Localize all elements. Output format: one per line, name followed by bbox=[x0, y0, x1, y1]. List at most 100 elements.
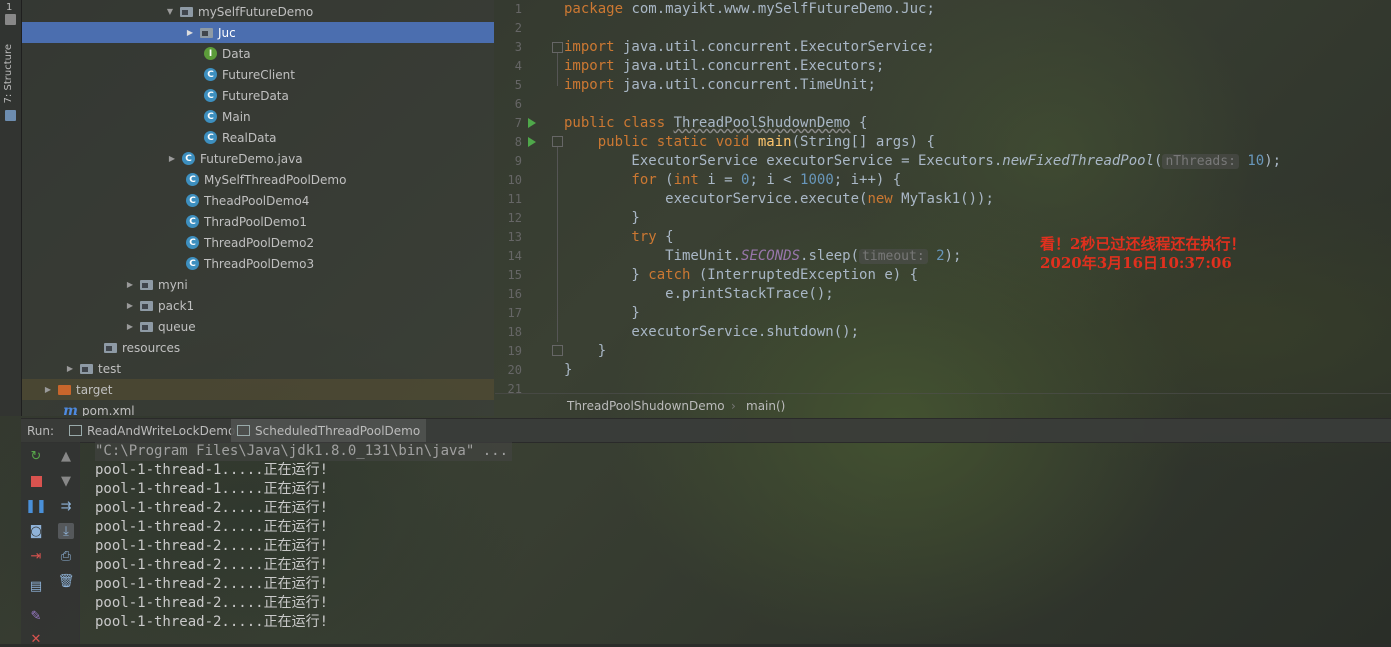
fold-method-end-icon[interactable] bbox=[552, 345, 563, 356]
chevron-right-icon[interactable]: ▶ bbox=[124, 280, 136, 289]
line-number: 14 bbox=[507, 249, 522, 263]
chevron-right-icon[interactable]: ▶ bbox=[184, 28, 196, 37]
breadcrumb-class[interactable]: ThreadPoolShudownDemo bbox=[567, 399, 725, 413]
tree-item-threadpooldemo2[interactable]: C ThreadPoolDemo2 bbox=[22, 232, 494, 253]
stop-icon[interactable] bbox=[28, 473, 44, 489]
run-main-icon[interactable] bbox=[528, 137, 536, 147]
print-icon[interactable]: ⎙ bbox=[58, 548, 74, 564]
chevron-right-icon[interactable]: ▶ bbox=[42, 385, 54, 394]
folder-icon bbox=[140, 280, 153, 290]
tree-item-test[interactable]: ▶ test bbox=[22, 358, 494, 379]
fold-imports-icon[interactable] bbox=[552, 42, 563, 53]
structure-icon[interactable] bbox=[5, 110, 16, 121]
tree-item-pom-xml[interactable]: m pom.xml bbox=[22, 400, 494, 417]
down-arrow-icon[interactable]: ▼ bbox=[58, 473, 74, 489]
line-number: 3 bbox=[514, 40, 522, 54]
chevron-right-icon[interactable]: ▶ bbox=[124, 301, 136, 310]
class-icon: C bbox=[186, 257, 199, 270]
code-line-19: } bbox=[564, 343, 607, 359]
tab-readandwritelockdemo[interactable]: ReadAndWriteLockDemo bbox=[63, 419, 241, 442]
code-line-3: import java.util.concurrent.ExecutorServ… bbox=[564, 39, 935, 55]
project-tool-icon[interactable] bbox=[5, 14, 16, 25]
tree-item-juc[interactable]: ▶ Juc bbox=[22, 22, 494, 43]
run-config-icon bbox=[237, 425, 250, 436]
tree-item-thradpooldemo1[interactable]: C ThradPoolDemo1 bbox=[22, 211, 494, 232]
tree-item-futureclient[interactable]: C FutureClient bbox=[22, 64, 494, 85]
login-icon[interactable]: ⇥ bbox=[28, 548, 44, 564]
console-line: pool-1-thread-1.....正在运行! bbox=[95, 462, 329, 478]
tree-item-futuredata[interactable]: C FutureData bbox=[22, 85, 494, 106]
chevron-right-icon[interactable]: ▶ bbox=[166, 154, 178, 163]
pause-icon[interactable]: ❚❚ bbox=[25, 498, 47, 514]
console-line: pool-1-thread-2.....正在运行! bbox=[95, 576, 329, 592]
maven-icon: m bbox=[63, 402, 78, 417]
console-output[interactable]: "C:\Program Files\Java\jdk1.8.0_131\bin\… bbox=[80, 442, 1391, 644]
code-line-1: package com.mayikt.www.mySelfFutureDemo.… bbox=[564, 1, 935, 17]
tree-item-data[interactable]: I Data bbox=[22, 43, 494, 64]
class-icon: C bbox=[182, 152, 195, 165]
tree-item-myselffuturedemo[interactable]: ▼ mySelfFutureDemo bbox=[22, 1, 494, 22]
up-arrow-icon[interactable]: ▲ bbox=[58, 448, 74, 464]
code-line-7: public class ThreadPoolShudownDemo { bbox=[564, 115, 868, 131]
structure-tool-tab[interactable]: 7: Structure bbox=[3, 44, 14, 103]
line-number: 8 bbox=[514, 135, 522, 149]
soft-wrap-icon[interactable]: ⇉ bbox=[58, 498, 74, 514]
line-number: 16 bbox=[507, 287, 522, 301]
tree-item-realdata[interactable]: C RealData bbox=[22, 127, 494, 148]
breadcrumb-separator-icon: › bbox=[731, 399, 736, 413]
annotation-line-2: 2020年3月16日10:37:06 bbox=[1040, 254, 1232, 272]
project-tool-number[interactable]: 1 bbox=[6, 2, 12, 13]
pin-icon[interactable]: ✎ bbox=[28, 608, 44, 624]
line-number: 2 bbox=[514, 21, 522, 35]
scroll-to-end-icon[interactable]: ⤓ bbox=[58, 523, 74, 539]
tab-scheduledthreadpooldemo[interactable]: ScheduledThreadPoolDemo bbox=[231, 419, 427, 442]
tree-item-queue[interactable]: ▶ queue bbox=[22, 316, 494, 337]
camera-icon[interactable]: ◙ bbox=[28, 523, 44, 539]
tree-item-myni[interactable]: ▶ myni bbox=[22, 274, 494, 295]
code-line-16: e.printStackTrace(); bbox=[564, 286, 834, 302]
run-class-icon[interactable] bbox=[528, 118, 536, 128]
tree-item-main[interactable]: C Main bbox=[22, 106, 494, 127]
editor-breadcrumb: ThreadPoolShudownDemo › main() bbox=[495, 393, 1391, 417]
class-icon: C bbox=[204, 68, 217, 81]
code-line-17: } bbox=[564, 305, 640, 321]
code-line-20: } bbox=[564, 362, 573, 378]
tree-item-myselfthreadpooldemo[interactable]: C MySelfThreadPoolDemo bbox=[22, 169, 494, 190]
tree-item-theadpooldemo4[interactable]: C TheadPoolDemo4 bbox=[22, 190, 494, 211]
close-icon[interactable]: ✕ bbox=[28, 631, 44, 647]
tree-item-futuredemo-java[interactable]: ▶ C FutureDemo.java bbox=[22, 148, 494, 169]
folder-icon bbox=[140, 322, 153, 332]
breadcrumb-method[interactable]: main() bbox=[746, 399, 785, 413]
run-tab-bar: Run: ReadAndWriteLockDemo ScheduledThrea… bbox=[21, 418, 1391, 443]
line-number: 10 bbox=[507, 173, 522, 187]
class-icon: C bbox=[204, 89, 217, 102]
fold-method-icon[interactable] bbox=[552, 136, 563, 147]
tree-item-target[interactable]: ▶ target bbox=[22, 379, 494, 400]
tree-item-pack1[interactable]: ▶ pack1 bbox=[22, 295, 494, 316]
console-line: pool-1-thread-2.....正在运行! bbox=[95, 557, 329, 573]
tree-item-threadpooldemo3[interactable]: C ThreadPoolDemo3 bbox=[22, 253, 494, 274]
layout-icon[interactable]: ▤ bbox=[28, 578, 44, 594]
annotation-line-1: 看！2秒已过还线程还在执行！ bbox=[1040, 235, 1246, 253]
code-line-18: executorService.shutdown(); bbox=[564, 324, 860, 340]
code-line-10: for (int i = 0; i < 1000; i++) { bbox=[564, 172, 902, 188]
line-number: 7 bbox=[514, 116, 522, 130]
fold-guide bbox=[557, 147, 558, 342]
chevron-right-icon[interactable]: ▶ bbox=[64, 364, 76, 373]
class-icon: C bbox=[204, 131, 217, 144]
tree-item-resources[interactable]: resources bbox=[22, 337, 494, 358]
chevron-down-icon[interactable]: ▼ bbox=[164, 7, 176, 16]
project-tree: ▼ mySelfFutureDemo ▶ Juc I Data C FutureClie… bbox=[22, 0, 494, 416]
chevron-right-icon[interactable]: ▶ bbox=[124, 322, 136, 331]
run-toolbar: ↻ ❚❚ ◙ ⇥ ▤ ✎ ✕ ▲ ▼ ⇉ ⤓ ⎙ 🗑 bbox=[21, 442, 80, 647]
rerun-icon[interactable]: ↻ bbox=[28, 448, 44, 464]
code-editor[interactable]: 1 2 3 4 5 6 7 8 9 10 11 12 13 14 15 16 1… bbox=[495, 0, 1391, 416]
console-line: pool-1-thread-2.....正在运行! bbox=[95, 538, 329, 554]
line-number: 15 bbox=[507, 268, 522, 282]
trash-icon[interactable]: 🗑 bbox=[58, 573, 75, 589]
fold-guide bbox=[557, 53, 558, 86]
console-line: pool-1-thread-2.....正在运行! bbox=[95, 519, 329, 535]
line-number: 17 bbox=[507, 306, 522, 320]
line-number: 18 bbox=[507, 325, 522, 339]
folder-icon bbox=[200, 28, 213, 38]
